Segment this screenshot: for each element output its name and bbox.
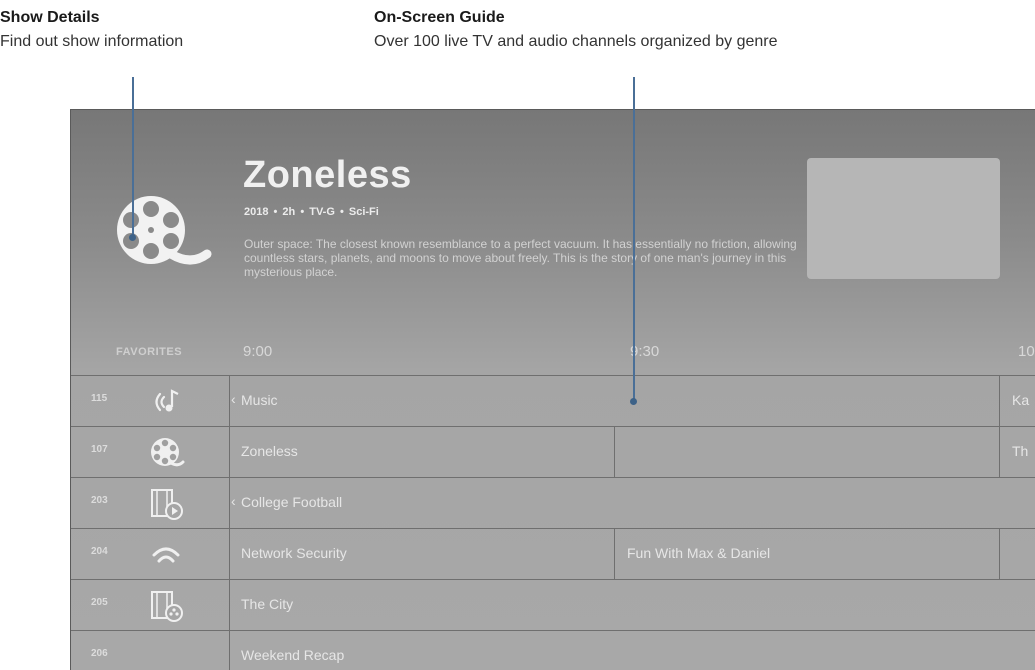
program-title: The City [241, 596, 294, 612]
channel-number: 115 [91, 393, 108, 404]
guide-row: 206 Weekend Recap [71, 630, 1035, 670]
guide-leader-dot [630, 398, 637, 405]
show-details-leader-dot [129, 234, 136, 241]
program-cell[interactable]: Fun With Max & Daniel [615, 529, 1000, 579]
program-cell[interactable]: Zoneless [229, 427, 615, 477]
guide-leader-line [633, 77, 635, 399]
program-cell[interactable] [615, 427, 1000, 477]
show-thumbnail [807, 158, 1000, 279]
film-reel-icon [151, 438, 185, 467]
tv-screen: Zoneless 2018 • 2h • TV-G • Sci-Fi Outer… [70, 109, 1035, 670]
guide-callout: On-Screen Guide Over 100 live TV and aud… [374, 8, 778, 52]
program-title: Music [241, 392, 278, 408]
time-slot-label: 9:00 [243, 343, 273, 360]
program-cell-arrow: ‹ [231, 391, 236, 407]
guide-row: 203 ‹ College Football [71, 477, 1035, 528]
show-details-callout-desc: Find out show information [0, 33, 184, 50]
favorites-label[interactable]: FAVORITES [116, 346, 182, 358]
channel-number: 206 [91, 648, 108, 659]
wifi-icon [152, 547, 180, 563]
program-title: Ka [1012, 392, 1030, 408]
program-title: Weekend Recap [241, 647, 345, 663]
guide-row: 115 ‹ Music Ka [71, 375, 1035, 426]
channel-number: 203 [91, 495, 108, 506]
film-reel-icon [117, 196, 212, 265]
program-cell[interactable] [1000, 529, 1035, 579]
time-slot-label: 10 [1018, 343, 1035, 360]
program-cell[interactable]: Ka [1000, 376, 1035, 426]
film-disc-icon [151, 591, 183, 622]
program-cell-arrow: ‹ [231, 493, 236, 509]
show-title: Zoneless [243, 154, 412, 196]
show-details-leader-line [132, 77, 134, 235]
channel-number: 107 [91, 444, 108, 455]
music-icon [155, 389, 179, 412]
show-details-callout: Show Details Find out show information [0, 8, 183, 52]
channel-number: 204 [91, 546, 108, 557]
guide-row: 107 Zoneless Th [71, 426, 1035, 477]
program-title: Zoneless [241, 443, 298, 459]
program-cell[interactable]: ‹ College Football [229, 478, 1035, 528]
show-description: Outer space: The closest known resemblan… [244, 237, 797, 279]
show-details-callout-title: Show Details [0, 9, 100, 26]
program-title: College Football [241, 494, 343, 510]
program-cell[interactable]: ‹ Music [229, 376, 1000, 426]
program-cell[interactable]: Weekend Recap [229, 631, 1035, 670]
guide-row: 205 The City [71, 579, 1035, 630]
program-title: Fun With Max & Daniel [627, 545, 771, 561]
channel-number: 205 [91, 597, 108, 608]
program-cell[interactable]: Network Security [229, 529, 615, 579]
guide-row: 204 Network Security Fun With Max & Dani… [71, 528, 1035, 579]
film-play-icon [151, 489, 183, 520]
program-title: Th [1012, 443, 1029, 459]
program-title: Network Security [241, 545, 347, 561]
guide-callout-title: On-Screen Guide [374, 9, 505, 26]
program-cell[interactable]: Th [1000, 427, 1035, 477]
guide-callout-desc: Over 100 live TV and audio channels orga… [374, 33, 778, 50]
program-cell[interactable]: The City [229, 580, 1035, 630]
show-meta: 2018 • 2h • TV-G • Sci-Fi [244, 206, 379, 218]
